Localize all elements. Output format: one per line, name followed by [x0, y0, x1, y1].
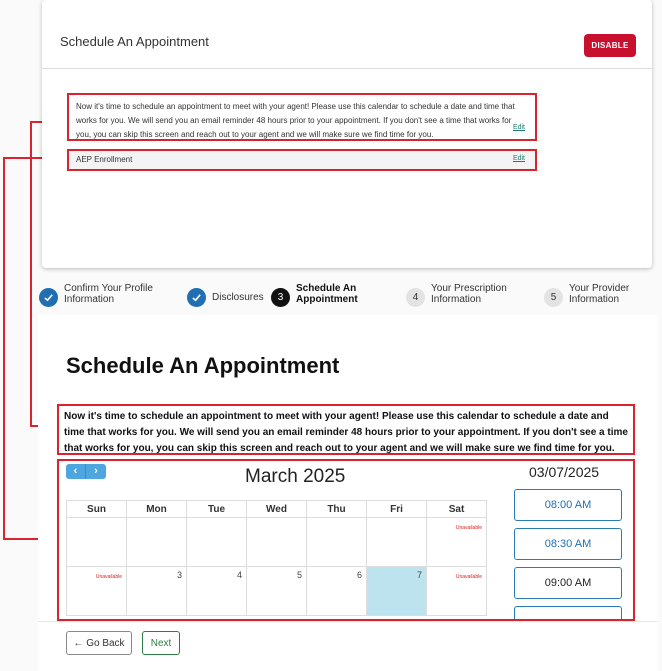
calendar-nav: ‹ › [66, 464, 106, 479]
step-number: 4 [406, 288, 425, 307]
step-label: Your Prescription Information [431, 283, 507, 305]
step-label: Confirm Your Profile Information [64, 283, 153, 305]
weekday-header: Fri [366, 500, 427, 518]
calendar-day-cell [186, 517, 247, 567]
weekday-header: Mon [126, 500, 187, 518]
weekday-header: Thu [306, 500, 367, 518]
step-disclosures[interactable]: Disclosures [187, 283, 264, 307]
calendar-day-cell-unavailable: Unavailable [426, 517, 487, 567]
chevron-left-icon[interactable]: ‹ [66, 464, 86, 479]
time-slot-list: 08:00 AM 08:30 AM 09:00 AM [514, 489, 622, 619]
settings-message-box: Now it's time to schedule an appointment… [67, 93, 537, 141]
step-prescription[interactable]: 4 Your Prescription Information [406, 283, 521, 307]
calendar-grid: Sun Mon Tue Wed Thu Fri Sat Unavailable … [66, 500, 487, 616]
calendar-day-cell[interactable]: 4 [186, 566, 247, 616]
calendar-week-row: Unavailable 3 4 5 6 7 Unavailable [66, 566, 487, 616]
step-number: 3 [271, 288, 290, 307]
calendar-day-cell [306, 517, 367, 567]
next-button[interactable]: Next [142, 631, 180, 655]
calendar-day-cell [66, 517, 127, 567]
step-provider[interactable]: 5 Your Provider Information [544, 283, 649, 307]
settings-card: Schedule An Appointment DISABLE Now it's… [42, 0, 652, 268]
page: Schedule An Appointment DISABLE Now it's… [0, 0, 662, 671]
footer-bar: ← Go Back Next [38, 621, 658, 671]
step-number: 5 [544, 288, 563, 307]
time-slot-button[interactable]: 08:30 AM [514, 528, 622, 560]
unavailable-label: Unavailable [455, 525, 482, 531]
annotation-connector [3, 157, 5, 539]
calendar-day-cell [246, 517, 307, 567]
weekday-header-row: Sun Mon Tue Wed Thu Fri Sat [66, 500, 487, 518]
annotation-connector [30, 121, 32, 426]
calendar-day-cell[interactable]: 3 [126, 566, 187, 616]
time-slot-button[interactable]: 08:00 AM [514, 489, 622, 521]
calendar-day-cell-unavailable: Unavailable [66, 566, 127, 616]
message-edit-link[interactable]: Edit [513, 121, 525, 135]
go-back-button[interactable]: ← Go Back [66, 631, 132, 655]
calendar-week-row: Unavailable [66, 517, 487, 567]
time-slot-button[interactable] [514, 606, 622, 619]
check-icon [39, 288, 58, 307]
calendar-day-cell [366, 517, 427, 567]
disable-button[interactable]: DISABLE [584, 34, 636, 57]
step-schedule-appointment[interactable]: 3 Schedule An Appointment [271, 283, 376, 307]
calendar-day-cell[interactable]: 5 [246, 566, 307, 616]
chevron-right-icon[interactable]: › [86, 464, 106, 479]
time-slot-button[interactable]: 09:00 AM [514, 567, 622, 599]
unavailable-label: Unavailable [95, 574, 122, 580]
weekday-header: Wed [246, 500, 307, 518]
page-title: Schedule An Appointment [66, 353, 340, 378]
enrollment-label: AEP Enrollment [76, 155, 133, 164]
main-message-box: Now it's time to schedule an appointment… [57, 404, 635, 455]
calendar-day-cell-selected[interactable]: 7 [366, 566, 427, 616]
main-message-text: Now it's time to schedule an appointment… [64, 411, 628, 454]
settings-title: Schedule An Appointment [60, 34, 209, 49]
divider [42, 68, 652, 69]
calendar-month-title: March 2025 [245, 466, 346, 487]
step-label: Your Provider Information [569, 283, 630, 305]
calendar-day-cell-unavailable: Unavailable [426, 566, 487, 616]
selected-date-title: 03/07/2025 [529, 464, 600, 480]
weekday-header: Sun [66, 500, 127, 518]
unavailable-label: Unavailable [455, 574, 482, 580]
calendar-day-cell [126, 517, 187, 567]
weekday-header: Tue [186, 500, 247, 518]
calendar-section: ‹ › March 2025 03/07/2025 Sun Mon Tue We… [57, 459, 635, 621]
check-icon [187, 288, 206, 307]
progress-stepper: Confirm Your Profile Information Disclos… [38, 283, 658, 315]
main-card: Schedule An Appointment Now it's time to… [38, 315, 658, 671]
step-label: Disclosures [212, 292, 264, 303]
step-label: Schedule An Appointment [296, 283, 358, 305]
weekday-header: Sat [426, 500, 487, 518]
settings-message-text: Now it's time to schedule an appointment… [76, 102, 515, 139]
enrollment-box: AEP Enrollment Edit [67, 149, 537, 171]
step-confirm-profile[interactable]: Confirm Your Profile Information [39, 283, 164, 307]
enrollment-edit-link[interactable]: Edit [513, 155, 525, 162]
calendar-day-cell[interactable]: 6 [306, 566, 367, 616]
